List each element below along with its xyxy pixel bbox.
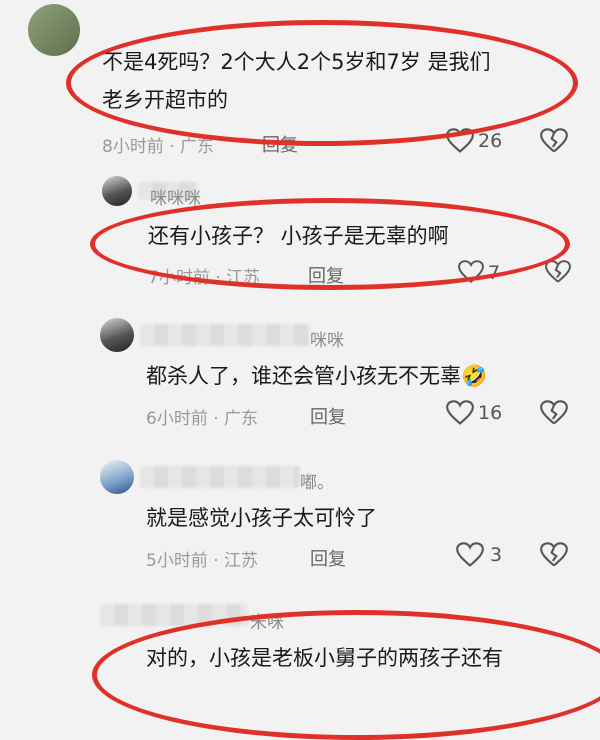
avatar[interactable] <box>100 318 134 352</box>
username: 嘟。 <box>300 473 334 493</box>
like-count: 26 <box>478 130 503 152</box>
like-count: 7 <box>488 262 501 284</box>
comment-meta: 6小时前 · 广东 <box>146 409 259 429</box>
avatar[interactable] <box>102 176 132 206</box>
heart-outline-icon[interactable] <box>446 128 474 154</box>
comment-text-body: 都杀人了，谁还会管小孩无不无辜 <box>146 364 461 388</box>
broken-heart-icon[interactable] <box>540 400 568 426</box>
heart-outline-icon[interactable] <box>458 260 484 284</box>
blurred-username <box>140 324 310 346</box>
like-count: 16 <box>478 402 503 424</box>
comment-meta: 5小时前 · 江苏 <box>146 551 259 571</box>
reply-button[interactable]: 回复 <box>262 131 298 157</box>
comment-text: 还有小孩子？ 小孩子是无辜的啊 <box>148 224 449 248</box>
broken-heart-icon[interactable] <box>540 128 568 154</box>
comment-item: 咪咪 都杀人了，谁还会管小孩无不无辜🤣 6小时前 · 广东 回复 16 <box>0 300 600 450</box>
comment-text: 老乡开超市的 <box>102 88 228 112</box>
blurred-username <box>100 604 248 626</box>
comment-meta: 8小时前 · 广东 <box>102 137 215 157</box>
avatar[interactable] <box>100 460 134 494</box>
username: 咪咪咪 <box>150 189 201 209</box>
reply-button[interactable]: 回复 <box>308 262 344 288</box>
broken-heart-icon[interactable] <box>540 542 568 568</box>
reply-button[interactable]: 回复 <box>310 403 346 429</box>
username: 米咪 <box>250 613 284 633</box>
comment-item: 不是4死吗？2个大人2个5岁和7岁 是我们 老乡开超市的 8小时前 · 广东 回… <box>0 0 600 170</box>
comment-item: 嘟。 就是感觉小孩子太可怜了 5小时前 · 江苏 回复 3 <box>0 450 600 590</box>
comment-item: 米咪 对的，小孩是老板小舅子的两孩子还有 <box>0 590 600 672</box>
like-count: 3 <box>490 544 503 566</box>
heart-outline-icon[interactable] <box>446 400 474 426</box>
heart-outline-icon[interactable] <box>456 542 484 568</box>
comment-meta: 7小时前 · 江苏 <box>148 268 261 288</box>
avatar[interactable] <box>28 4 80 56</box>
laughing-emoji-icon: 🤣 <box>461 364 488 388</box>
broken-heart-icon[interactable] <box>545 260 571 284</box>
blurred-username <box>140 466 300 488</box>
username: 咪咪 <box>310 331 344 351</box>
comment-item: 咪咪咪 还有小孩子？ 小孩子是无辜的啊 7小时前 · 江苏 回复 7 <box>0 170 600 300</box>
comment-text: 不是4死吗？2个大人2个5岁和7岁 是我们 <box>102 50 491 74</box>
comment-text: 对的，小孩是老板小舅子的两孩子还有 <box>146 646 503 670</box>
comment-text: 就是感觉小孩子太可怜了 <box>146 506 377 530</box>
reply-button[interactable]: 回复 <box>310 545 346 571</box>
comment-text: 都杀人了，谁还会管小孩无不无辜🤣 <box>146 358 487 394</box>
